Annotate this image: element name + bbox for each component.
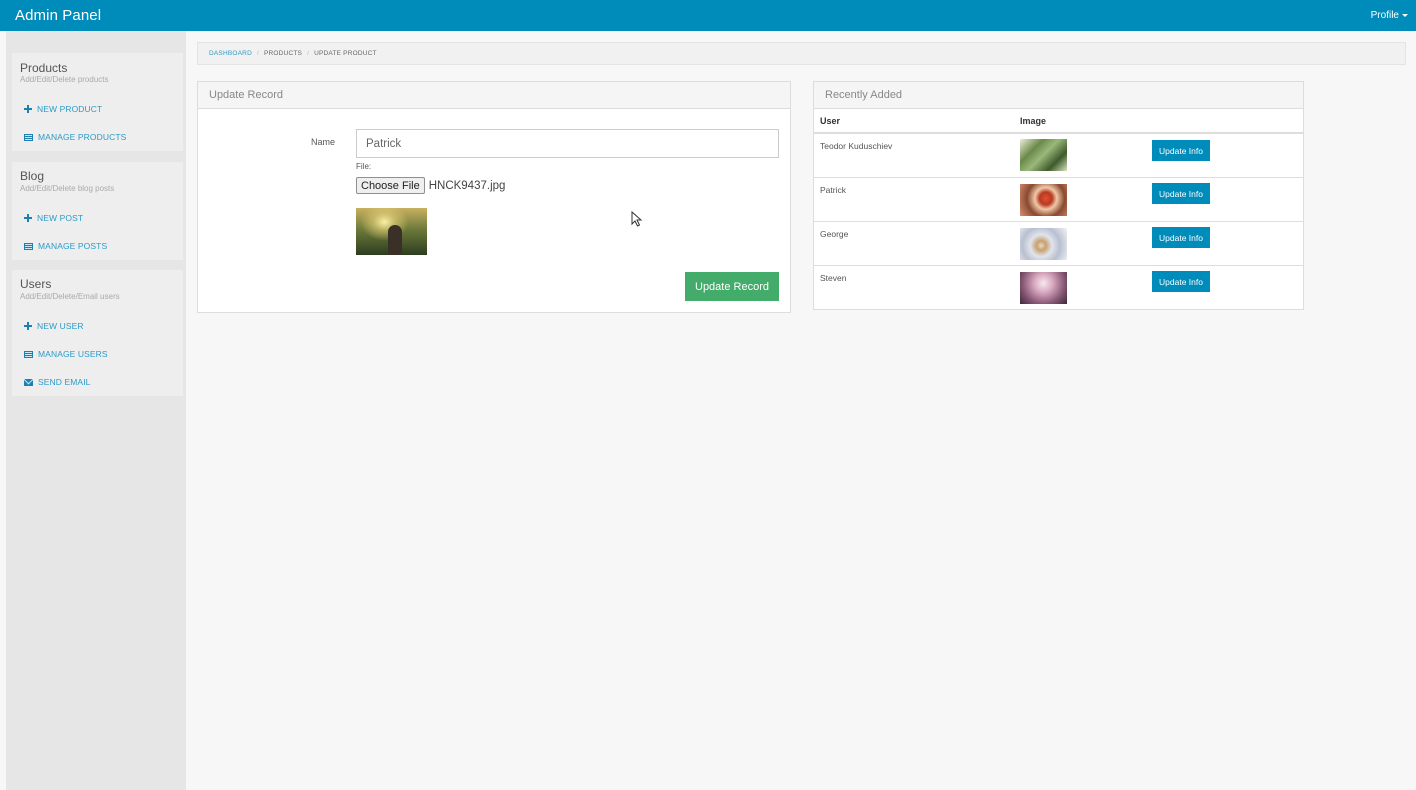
breadcrumb: DASHBOARD / PRODUCTS / UPDATE PRODUCT	[197, 42, 1406, 65]
row-thumbnail	[1020, 228, 1067, 260]
update-record-button[interactable]: Update Record	[685, 272, 779, 301]
sidebar-section-blog: Blog Add/Edit/Delete blog posts NEW POST…	[12, 162, 183, 260]
table-header-divider	[814, 132, 1303, 134]
sidebar-item-label: NEW PRODUCT	[37, 104, 103, 114]
row-user-name: Teodor Kuduschiev	[820, 141, 893, 151]
row-divider	[814, 265, 1303, 266]
choose-file-button[interactable]: Choose File	[356, 177, 425, 194]
breadcrumb-products[interactable]: PRODUCTS	[264, 50, 302, 57]
row-user-name: Patrick	[820, 185, 846, 195]
breadcrumb-dashboard[interactable]: DASHBOARD	[209, 50, 252, 57]
list-icon	[24, 350, 33, 358]
sidebar-item-label: NEW USER	[37, 321, 84, 331]
panel-title: Recently Added	[814, 82, 1303, 109]
mouse-cursor-icon	[631, 211, 643, 227]
sidebar-item-send-email[interactable]: SEND EMAIL	[24, 377, 91, 387]
brand-title[interactable]: Admin Panel	[15, 7, 101, 24]
top-navbar: Admin Panel Profile	[0, 0, 1416, 31]
row-thumbnail	[1020, 139, 1067, 171]
image-preview	[356, 208, 427, 255]
envelope-icon	[24, 378, 33, 386]
section-title: Products	[20, 61, 68, 75]
breadcrumb-separator: /	[307, 50, 310, 57]
section-title: Blog	[20, 169, 45, 183]
list-icon	[24, 242, 33, 250]
sidebar-item-new-user[interactable]: NEW USER	[24, 321, 84, 331]
name-input[interactable]	[356, 129, 779, 158]
sidebar-item-new-post[interactable]: NEW POST	[24, 213, 83, 223]
file-name: HNCK9437.jpg	[428, 179, 506, 192]
sidebar-item-label: MANAGE PRODUCTS	[38, 132, 127, 142]
section-subtitle: Add/Edit/Delete products	[20, 75, 109, 84]
sidebar-section-products: Products Add/Edit/Delete products NEW PR…	[12, 53, 183, 151]
file-label: File:	[356, 162, 372, 171]
section-subtitle: Add/Edit/Delete/Email users	[20, 292, 120, 301]
breadcrumb-update-product: UPDATE PRODUCT	[314, 50, 377, 57]
sidebar-item-manage-products[interactable]: MANAGE PRODUCTS	[24, 132, 126, 142]
sidebar-item-label: MANAGE POSTS	[38, 241, 108, 251]
recently-added-panel: Recently Added User Image Teodor Kudusch…	[813, 81, 1304, 310]
caret-down-icon	[1402, 14, 1408, 17]
row-divider	[814, 177, 1303, 178]
row-thumbnail	[1020, 272, 1067, 304]
sidebar-item-manage-posts[interactable]: MANAGE POSTS	[24, 241, 107, 251]
sidebar: Products Add/Edit/Delete products NEW PR…	[6, 31, 186, 790]
panel-title: Update Record	[198, 82, 790, 109]
update-record-panel: Update Record Name File: Choose File HNC…	[197, 81, 791, 313]
column-header-image: Image	[1020, 116, 1047, 126]
sidebar-item-manage-users[interactable]: MANAGE USERS	[24, 349, 108, 359]
sidebar-item-label: SEND EMAIL	[38, 377, 91, 387]
row-user-name: George	[820, 229, 849, 239]
row-user-name: Steven	[820, 273, 847, 283]
row-divider	[814, 221, 1303, 222]
list-icon	[24, 133, 33, 141]
update-info-button[interactable]: Update Info	[1152, 140, 1210, 161]
update-info-button[interactable]: Update Info	[1152, 271, 1210, 292]
sidebar-item-label: MANAGE USERS	[38, 349, 108, 359]
profile-label: Profile	[1370, 10, 1399, 21]
column-header-user: User	[820, 116, 841, 126]
name-label: Name	[311, 137, 336, 147]
row-thumbnail	[1020, 184, 1067, 216]
breadcrumb-separator: /	[256, 50, 259, 57]
sidebar-section-users: Users Add/Edit/Delete/Email users NEW US…	[12, 270, 183, 396]
plus-icon	[24, 322, 32, 330]
plus-icon	[24, 214, 32, 222]
file-input: Choose File HNCK9437.jpg	[356, 177, 505, 194]
update-info-button[interactable]: Update Info	[1152, 227, 1210, 248]
update-info-button[interactable]: Update Info	[1152, 183, 1210, 204]
profile-menu[interactable]: Profile	[1371, 10, 1408, 21]
sidebar-item-label: NEW POST	[37, 213, 84, 223]
sidebar-item-new-product[interactable]: NEW PRODUCT	[24, 104, 102, 114]
section-title: Users	[20, 277, 52, 291]
plus-icon	[24, 105, 32, 113]
section-subtitle: Add/Edit/Delete blog posts	[20, 184, 115, 193]
